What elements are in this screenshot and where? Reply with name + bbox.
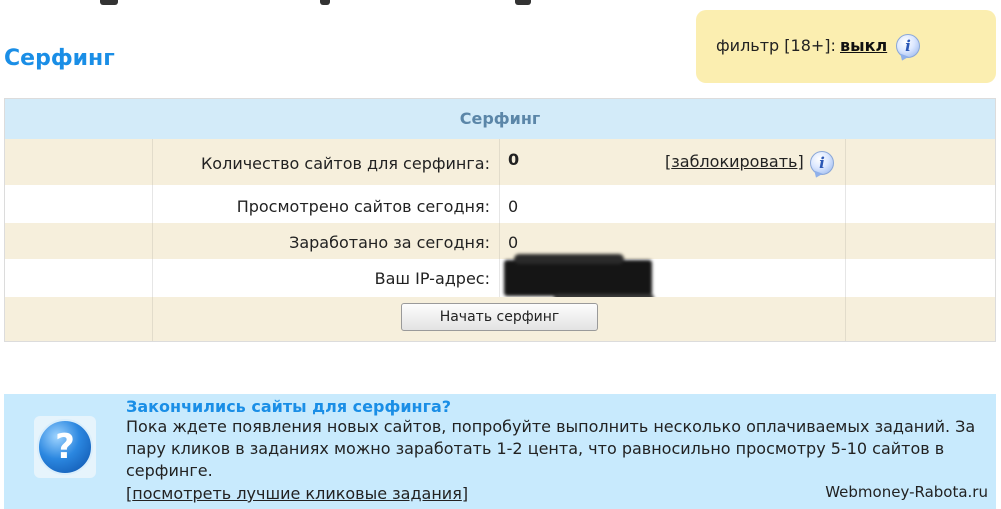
best-click-tasks-link[interactable]: посмотреть лучшие кликовые задания [132,484,462,503]
panel-header: Серфинг [5,99,995,139]
help-link-wrap: [посмотреть лучшие кликовые задания] [126,484,469,503]
start-surfing-button[interactable]: Начать серфинг [401,303,598,331]
help-title: Закончились сайты для серфинга? [126,397,452,416]
row-earned-today: Заработано за сегодня: 0 [5,223,995,259]
help-text: Пока ждете появления новых сайтов, попро… [126,417,976,480]
info-icon[interactable]: i [810,151,834,175]
earned-today-label: Заработано за сегодня: [289,233,490,252]
earned-today-value: 0 [508,233,519,252]
watermark: Webmoney-Rabota.ru [825,483,988,501]
row-ip-address: Ваш IP-адрес: [5,254,995,302]
adult-filter-box: фильтр [18+]: выкл i [696,10,996,83]
filter-label: фильтр [18+]: [716,36,836,55]
block-link[interactable]: заблокировать [671,152,797,171]
info-icon[interactable]: i [896,34,920,58]
ip-address-label: Ваш IP-адрес: [374,269,490,288]
top-cropped-header [100,0,660,6]
sites-count-value: 0 [508,150,520,169]
page-title: Серфинг [4,46,115,71]
help-notice: ? Закончились сайты для серфинга? Пока ж… [4,394,996,509]
sites-count-label: Количество сайтов для серфинга: [200,154,490,173]
viewed-today-label: Просмотрено сайтов сегодня: [236,197,490,216]
question-icon: ? [37,419,93,475]
ip-address-redaction [504,254,654,302]
help-icon-frame: ? [34,416,96,478]
block-action: [заблокировать] [665,152,804,171]
filter-toggle-link[interactable]: выкл [840,36,887,55]
row-sites-count: Количество сайтов для серфинга: 0 [забло… [5,139,995,185]
row-start: Начать серфинг [5,297,995,341]
row-viewed-today: Просмотрено сайтов сегодня: 0 [5,185,995,223]
viewed-today-value: 0 [508,197,519,216]
surfing-panel: Серфинг Количество сайтов для серфинга: … [4,98,996,342]
